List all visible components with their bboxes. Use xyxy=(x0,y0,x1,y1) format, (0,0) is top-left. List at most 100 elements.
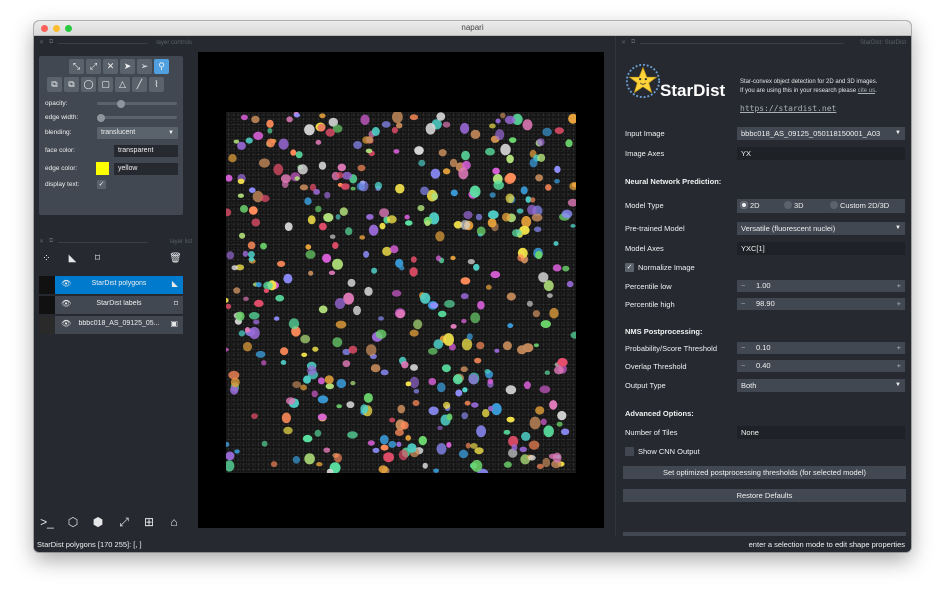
nucleus-shape[interactable] xyxy=(261,440,268,447)
nucleus-shape[interactable] xyxy=(300,384,307,391)
nucleus-shape[interactable] xyxy=(521,216,532,228)
nucleus-shape[interactable] xyxy=(391,127,398,134)
nucleus-shape[interactable] xyxy=(544,370,550,375)
decrement-icon[interactable]: − xyxy=(741,280,745,292)
nucleus-shape[interactable] xyxy=(249,187,256,193)
nucleus-shape[interactable] xyxy=(329,234,336,239)
nucleus-shape[interactable] xyxy=(464,400,471,406)
nucleus-shape[interactable] xyxy=(375,329,387,339)
nucleus-shape[interactable] xyxy=(557,410,567,421)
nucleus-shape[interactable] xyxy=(253,131,264,140)
nucleus-shape[interactable] xyxy=(526,300,533,307)
nucleus-shape[interactable] xyxy=(304,124,315,136)
nucleus-shape[interactable] xyxy=(396,441,402,447)
nucleus-shape[interactable] xyxy=(565,139,573,148)
nucleus-shape[interactable] xyxy=(225,303,232,310)
nucleus-shape[interactable] xyxy=(542,127,552,137)
nucleus-shape[interactable] xyxy=(533,343,539,348)
nucleus-shape[interactable] xyxy=(307,215,316,225)
nucleus-shape[interactable] xyxy=(328,270,336,275)
nucleus-shape[interactable] xyxy=(410,256,417,263)
nucleus-shape[interactable] xyxy=(540,320,551,329)
nucleus-shape[interactable] xyxy=(436,255,441,262)
nucleus-shape[interactable] xyxy=(443,401,451,409)
nucleus-shape[interactable] xyxy=(371,267,378,274)
vertex-remove-icon[interactable]: ⤡ xyxy=(69,59,84,74)
nucleus-shape[interactable] xyxy=(527,204,537,215)
nucleus-shape[interactable] xyxy=(266,119,274,128)
input-image-select[interactable]: bbbc018_AS_09125_050118150001_A03 ▼ xyxy=(737,127,905,140)
nucleus-shape[interactable] xyxy=(323,447,331,453)
nucleus-shape[interactable] xyxy=(523,381,531,390)
nucleus-shape[interactable] xyxy=(358,180,369,192)
nucleus-shape[interactable] xyxy=(315,139,322,145)
nucleus-shape[interactable] xyxy=(240,205,248,213)
nucleus-shape[interactable] xyxy=(543,425,554,438)
nuclei-image[interactable] xyxy=(222,110,580,478)
nucleus-shape[interactable] xyxy=(482,409,490,418)
nucleus-shape[interactable] xyxy=(353,305,361,316)
tiles-field[interactable]: None xyxy=(737,426,905,439)
nucleus-shape[interactable] xyxy=(433,468,439,473)
nucleus-shape[interactable] xyxy=(492,167,500,175)
nucleus-shape[interactable] xyxy=(407,443,417,453)
nucleus-shape[interactable] xyxy=(379,208,390,218)
nucleus-shape[interactable] xyxy=(504,115,516,125)
nucleus-shape[interactable] xyxy=(401,361,409,369)
nucleus-shape[interactable] xyxy=(400,421,409,430)
nucleus-shape[interactable] xyxy=(386,215,397,224)
nucleus-shape[interactable] xyxy=(337,163,346,172)
nucleus-shape[interactable] xyxy=(506,416,515,423)
nucleus-shape[interactable] xyxy=(238,330,246,337)
nucleus-shape[interactable] xyxy=(379,434,389,445)
nucleus-shape[interactable] xyxy=(393,149,400,154)
nucleus-shape[interactable] xyxy=(301,352,308,357)
nucleus-shape[interactable] xyxy=(317,395,329,404)
nucleus-shape[interactable] xyxy=(394,429,404,436)
direct-select-icon[interactable]: ➤ xyxy=(120,59,135,74)
nucleus-shape[interactable] xyxy=(418,159,426,167)
nucleus-shape[interactable] xyxy=(224,460,235,472)
percentile-high-spinbox[interactable]: − 98.90 + xyxy=(737,298,905,310)
nucleus-shape[interactable] xyxy=(470,443,478,449)
nucleus-shape[interactable] xyxy=(409,376,420,389)
nucleus-shape[interactable] xyxy=(442,121,451,128)
nucleus-shape[interactable] xyxy=(314,429,322,437)
nucleus-shape[interactable] xyxy=(535,406,545,415)
transpose-icon[interactable]: ⤢ xyxy=(116,514,132,530)
nucleus-shape[interactable] xyxy=(504,174,516,184)
nucleus-shape[interactable] xyxy=(390,245,399,254)
nucleus-shape[interactable] xyxy=(470,312,481,324)
nucleus-shape[interactable] xyxy=(366,344,377,356)
close-icon[interactable]: ✕ xyxy=(39,39,44,46)
nucleus-shape[interactable] xyxy=(342,360,351,368)
nucleus-shape[interactable] xyxy=(473,263,480,271)
nucleus-shape[interactable] xyxy=(466,333,473,341)
nucleus-shape[interactable] xyxy=(562,265,570,272)
nucleus-shape[interactable] xyxy=(461,150,470,161)
decrement-icon[interactable]: − xyxy=(741,298,745,310)
nucleus-shape[interactable] xyxy=(275,294,285,302)
nucleus-shape[interactable] xyxy=(532,310,540,318)
nucleus-shape[interactable] xyxy=(350,186,356,191)
overlap-threshold-spinbox[interactable]: − 0.40 + xyxy=(737,360,905,372)
nucleus-shape[interactable] xyxy=(470,129,481,139)
set-thresholds-button[interactable]: Set optimized postprocessing thresholds … xyxy=(623,466,906,479)
nucleus-shape[interactable] xyxy=(335,214,341,220)
nucleus-shape[interactable] xyxy=(409,267,418,277)
grid-icon[interactable]: ⊞ xyxy=(141,514,157,530)
display-text-checkbox[interactable]: ✓ xyxy=(97,180,106,189)
nucleus-shape[interactable] xyxy=(346,401,355,409)
nucleus-shape[interactable] xyxy=(443,333,454,346)
nucleus-shape[interactable] xyxy=(539,385,551,394)
nucleus-shape[interactable] xyxy=(267,128,273,134)
nucleus-shape[interactable] xyxy=(348,345,358,354)
nucleus-shape[interactable] xyxy=(430,168,441,179)
nucleus-shape[interactable] xyxy=(517,254,525,262)
nucleus-shape[interactable] xyxy=(222,441,230,448)
nucleus-shape[interactable] xyxy=(253,319,260,325)
edge-color-field[interactable]: yellow xyxy=(114,163,178,175)
nucleus-shape[interactable] xyxy=(251,115,260,124)
nucleus-shape[interactable] xyxy=(489,123,496,129)
nucleus-shape[interactable] xyxy=(438,149,447,157)
